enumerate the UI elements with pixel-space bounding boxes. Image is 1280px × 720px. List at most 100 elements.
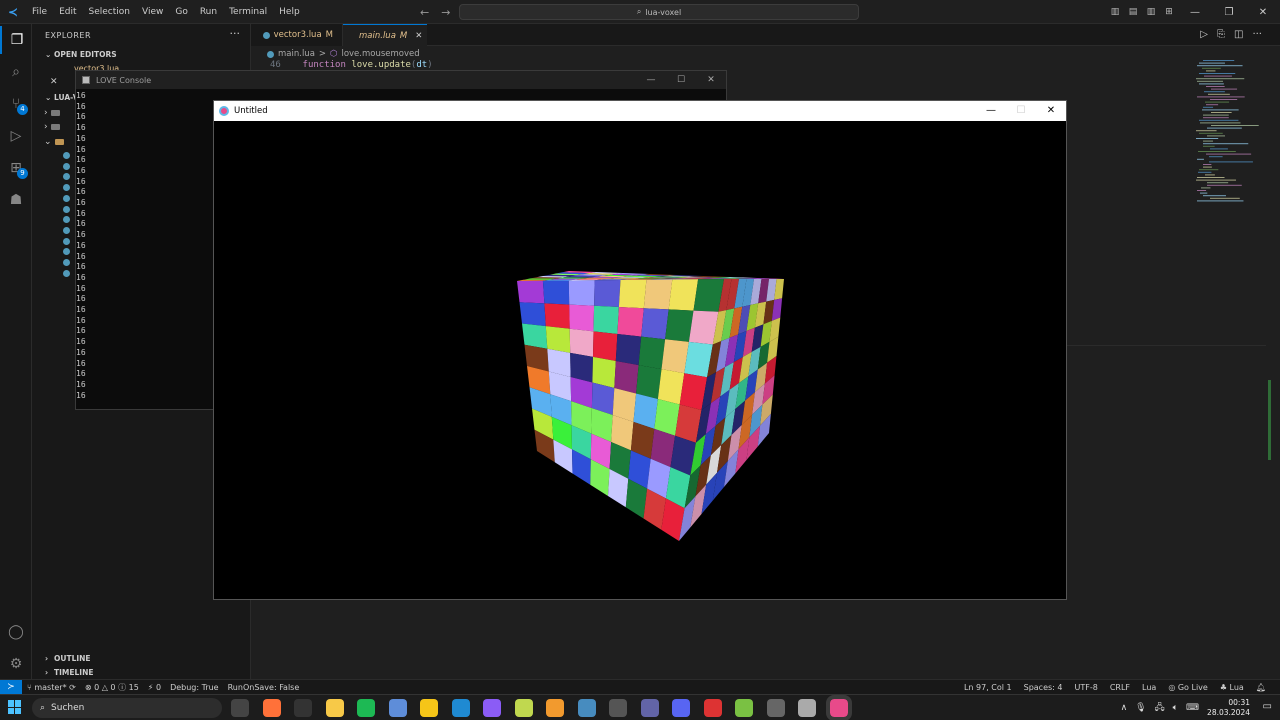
breadcrumb-file[interactable]: main.lua — [278, 49, 315, 59]
back-arrow-icon[interactable]: ← — [420, 6, 429, 19]
menu-run[interactable]: Run — [194, 0, 223, 24]
menu-selection[interactable]: Selection — [83, 0, 136, 24]
clock[interactable]: 00:31 28.03.2024 — [1207, 698, 1250, 718]
minimap-line — [1211, 112, 1232, 113]
remote-icon[interactable]: ≻ — [0, 680, 22, 695]
tray-overflow-icon[interactable]: ∧ — [1121, 703, 1128, 713]
minimap-line — [1196, 130, 1217, 132]
toggle-secondary-sidebar-icon[interactable]: ▥ — [1142, 7, 1160, 17]
minimap-line — [1197, 158, 1204, 160]
customize-layout-icon[interactable]: ⊞ — [1160, 7, 1178, 17]
code-line[interactable]: 46 function love.update(dt) — [270, 60, 433, 70]
notification-center-icon[interactable]: ▭ — [1263, 701, 1272, 712]
go-live-item[interactable]: ◎ Go Live — [1168, 683, 1208, 692]
app-icon[interactable] — [388, 699, 407, 717]
tab-main[interactable]: main.lua M ✕ — [343, 24, 427, 46]
cursor-position[interactable]: Ln 97, Col 1 — [964, 683, 1012, 692]
command-center[interactable]: ⌕ lua-voxel — [459, 4, 859, 20]
taskbar-search[interactable]: ⌕ Suchen — [32, 698, 222, 718]
file-explorer-icon[interactable] — [325, 699, 344, 717]
calculator-icon[interactable] — [766, 699, 785, 717]
run-file-icon[interactable]: ▷ — [1200, 29, 1208, 40]
app2-icon[interactable] — [546, 699, 564, 717]
restore-icon[interactable]: ❐ — [1212, 7, 1246, 18]
debug-status[interactable]: Debug: True — [170, 683, 219, 692]
console-title-bar[interactable]: LOVE Console — ☐ ✕ — [76, 71, 726, 89]
explorer-icon[interactable]: ❐ — [0, 26, 32, 54]
godot-icon[interactable]: ☗ — [0, 186, 32, 214]
minimap-line — [1203, 195, 1226, 197]
broadcast-icon: ◎ — [1168, 683, 1176, 692]
source-control-icon[interactable]: ⑂ 4 — [0, 90, 32, 118]
runonsave-status[interactable]: RunOnSave: False — [228, 683, 300, 692]
menu-go[interactable]: Go — [169, 0, 193, 24]
discord-icon[interactable] — [672, 699, 690, 717]
branch-item[interactable]: ⑂ master* ⟳ — [27, 683, 76, 692]
breadcrumb-symbol[interactable]: love.mousemoved — [341, 49, 419, 59]
more-icon[interactable]: ··· — [1252, 29, 1262, 40]
love-running-icon[interactable] — [825, 695, 852, 720]
indentation[interactable]: Spaces: 4 — [1024, 683, 1063, 692]
love-game-window[interactable]: Untitled — ☐ ✕ — [213, 100, 1067, 600]
open-changes-icon[interactable]: ⎘ — [1217, 29, 1225, 40]
tab-close-icon[interactable]: ✕ — [415, 31, 422, 41]
game-title-bar[interactable]: Untitled — ☐ ✕ — [214, 101, 1066, 121]
microphone-icon[interactable]: 🎙︎ — [1135, 703, 1146, 713]
more-actions-icon[interactable]: ··· — [230, 27, 241, 40]
toggle-primary-sidebar-icon[interactable]: ▥ — [1106, 7, 1124, 17]
run-debug-icon[interactable]: ▷ — [0, 122, 32, 150]
menu-terminal[interactable]: Terminal — [223, 0, 273, 24]
spotify-icon[interactable] — [357, 699, 375, 717]
godot-icon[interactable] — [577, 699, 596, 717]
line-ending[interactable]: CRLF — [1110, 683, 1130, 692]
outline-section[interactable]: › OUTLINE — [32, 652, 251, 666]
split-editor-icon[interactable]: ◫ — [1234, 29, 1243, 40]
lua-server-item[interactable]: ♣ Lua — [1220, 683, 1244, 692]
account-icon[interactable]: ◯ — [0, 618, 32, 646]
close-icon[interactable]: ✕ — [1246, 7, 1280, 18]
voxel-canvas[interactable] — [214, 121, 1066, 599]
app4-icon[interactable] — [703, 699, 722, 717]
terminal-icon[interactable] — [294, 699, 312, 717]
visual-studio-icon[interactable] — [483, 699, 501, 717]
ports-item[interactable]: ⚡ 0 — [148, 683, 161, 692]
console-minimize-icon[interactable]: — — [636, 71, 666, 89]
minimap[interactable] — [1192, 60, 1267, 210]
notifications-bell-icon[interactable]: 🔔︎ — [1256, 683, 1266, 692]
love-dev-icon[interactable] — [514, 699, 533, 717]
timeline-section[interactable]: › TIMELINE — [32, 666, 251, 680]
minimize-icon[interactable]: — — [1178, 7, 1212, 18]
keyboard-icon[interactable]: ⌨ — [1186, 703, 1199, 713]
forward-arrow-icon[interactable]: → — [441, 6, 450, 19]
notepadpp-icon[interactable] — [735, 699, 753, 717]
encoding[interactable]: UTF-8 — [1074, 683, 1097, 692]
settings-gear-icon[interactable]: ⚙ — [0, 650, 32, 678]
notepad-icon[interactable] — [420, 699, 438, 717]
app5-icon[interactable] — [798, 699, 816, 717]
toggle-panel-icon[interactable]: ▤ — [1124, 7, 1142, 17]
open-editors-section[interactable]: ⌄ OPEN EDITORS — [32, 48, 251, 62]
app3-icon[interactable] — [609, 699, 627, 717]
menu-help[interactable]: Help — [273, 0, 306, 24]
close-editor-icon[interactable]: ✕ — [50, 77, 58, 87]
tab-vector3[interactable]: vector3.lua M — [251, 24, 343, 46]
task-view-icon[interactable] — [231, 699, 249, 717]
teams-icon[interactable] — [640, 699, 659, 717]
menu-view[interactable]: View — [136, 0, 169, 24]
game-maximize-icon: ☐ — [1016, 105, 1026, 116]
console-close-icon[interactable]: ✕ — [696, 71, 726, 89]
firefox-icon[interactable] — [262, 699, 281, 717]
search-activity-icon[interactable]: ⌕ — [0, 58, 32, 86]
game-close-icon[interactable]: ✕ — [1036, 101, 1066, 121]
game-minimize-icon[interactable]: — — [976, 101, 1006, 121]
console-maximize-icon[interactable]: ☐ — [666, 71, 696, 89]
menu-edit[interactable]: Edit — [53, 0, 82, 24]
language-mode[interactable]: Lua — [1142, 683, 1156, 692]
network-icon[interactable]: 🖧 — [1155, 700, 1165, 716]
problems-item[interactable]: ⊗ 0 △ 0 ⓘ 15 — [85, 682, 139, 693]
menu-file[interactable]: File — [26, 0, 53, 24]
extensions-icon[interactable]: ⊞ 9 — [0, 154, 32, 182]
vscode-icon[interactable] — [451, 699, 470, 717]
windows-start-icon[interactable] — [8, 700, 22, 714]
volume-icon[interactable]: 🔈︎ — [1173, 703, 1178, 713]
